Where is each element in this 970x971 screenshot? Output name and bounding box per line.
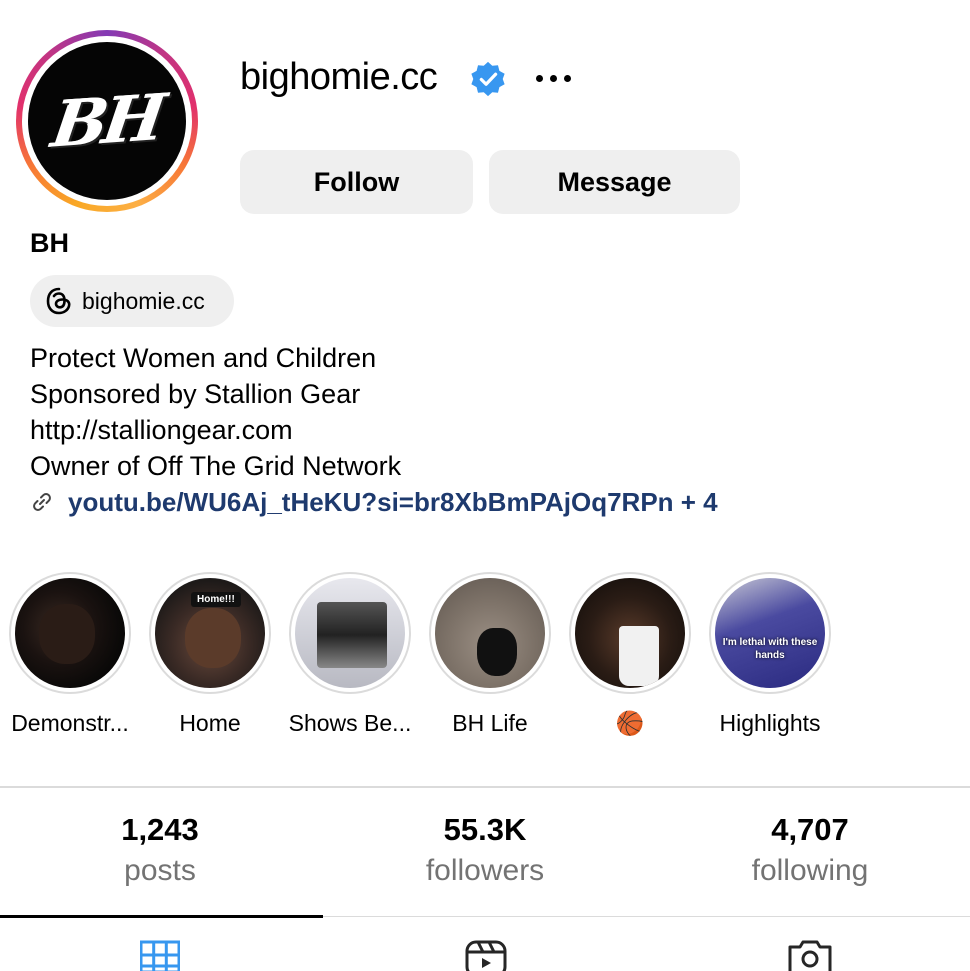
highlight-item[interactable]: Demonstr...	[0, 572, 140, 737]
section-divider	[0, 786, 970, 788]
more-options-icon[interactable]	[536, 64, 586, 92]
verified-badge-icon	[471, 61, 505, 97]
posts-stat: 1,243 posts	[60, 812, 260, 888]
bio-line: http://stalliongear.com	[30, 415, 293, 445]
posts-label: posts	[124, 854, 196, 887]
following-label: following	[751, 854, 869, 887]
grid-icon	[140, 940, 180, 971]
tagged-icon	[788, 940, 832, 971]
story-highlights: Demonstr... Home!!! Home Shows Be... BH …	[0, 572, 970, 742]
bio-line: Protect Women and Children	[30, 343, 377, 373]
cup-image	[619, 626, 659, 686]
highlight-cover	[435, 578, 545, 688]
external-link[interactable]: youtu.be/WU6Aj_tHeKU?si=br8XbBmPAjOq7RPn…	[30, 484, 718, 520]
highlight-label: 🏀	[615, 710, 645, 736]
dog-image	[477, 628, 517, 676]
avatar-logo: BH	[47, 79, 167, 163]
highlight-label: Demonstr...	[11, 710, 129, 736]
highlight-cover: Home!!!	[155, 578, 265, 688]
highlight-cover: I'm lethal with these hands	[715, 578, 825, 688]
active-tab-indicator	[0, 915, 323, 918]
highlight-label: Home	[179, 710, 241, 736]
followers-stat[interactable]: 55.3K followers	[385, 812, 585, 888]
highlight-item[interactable]: Shows Be...	[280, 572, 420, 737]
highlight-cover	[295, 578, 405, 688]
highlight-item[interactable]: I'm lethal with these hands Highlights	[700, 572, 840, 737]
followers-label: followers	[425, 854, 545, 887]
display-name: BH	[30, 228, 69, 258]
highlight-overlay-text: Home!!!	[191, 592, 241, 607]
following-count: 4,707	[771, 812, 849, 847]
username: bighomie.cc	[240, 56, 438, 98]
message-button[interactable]: Message	[489, 150, 740, 214]
followers-count: 55.3K	[443, 812, 527, 847]
link-icon	[33, 493, 51, 511]
external-link-text: youtu.be/WU6Aj_tHeKU?si=br8XbBmPAjOq7RPn…	[68, 486, 718, 517]
avatar[interactable]: BH	[28, 42, 186, 200]
highlight-label: Highlights	[719, 710, 821, 736]
avatar-story-ring[interactable]: BH	[16, 30, 198, 212]
event-poster-image	[317, 602, 387, 668]
highlight-item[interactable]: BH Life	[420, 572, 560, 737]
posts-count: 1,243	[121, 812, 199, 847]
highlight-cover	[15, 578, 125, 688]
tab-posts-grid[interactable]	[130, 930, 190, 971]
following-stat[interactable]: 4,707 following	[710, 812, 910, 888]
highlight-cover	[575, 578, 685, 688]
bio-line: Owner of Off The Grid Network	[30, 451, 402, 481]
highlight-item[interactable]: 🏀	[560, 572, 700, 737]
highlight-item[interactable]: Home!!! Home	[140, 572, 280, 737]
bio: Protect Women and Children Sponsored by …	[30, 340, 401, 484]
highlight-overlay-text: I'm lethal with these hands	[722, 637, 818, 661]
profile-page: BH bighomie.cc Follow Message BH bighomi…	[0, 0, 970, 971]
highlight-label: Shows Be...	[288, 710, 412, 736]
threads-icon	[46, 287, 71, 315]
reels-icon	[465, 940, 507, 971]
tab-reels[interactable]	[456, 930, 516, 971]
highlight-label: BH Life	[452, 710, 528, 736]
threads-link-button[interactable]: bighomie.cc	[30, 275, 234, 327]
follow-button[interactable]: Follow	[240, 150, 473, 214]
tab-tagged[interactable]	[780, 930, 840, 971]
bio-line: Sponsored by Stallion Gear	[30, 379, 361, 409]
threads-handle: bighomie.cc	[82, 287, 205, 314]
